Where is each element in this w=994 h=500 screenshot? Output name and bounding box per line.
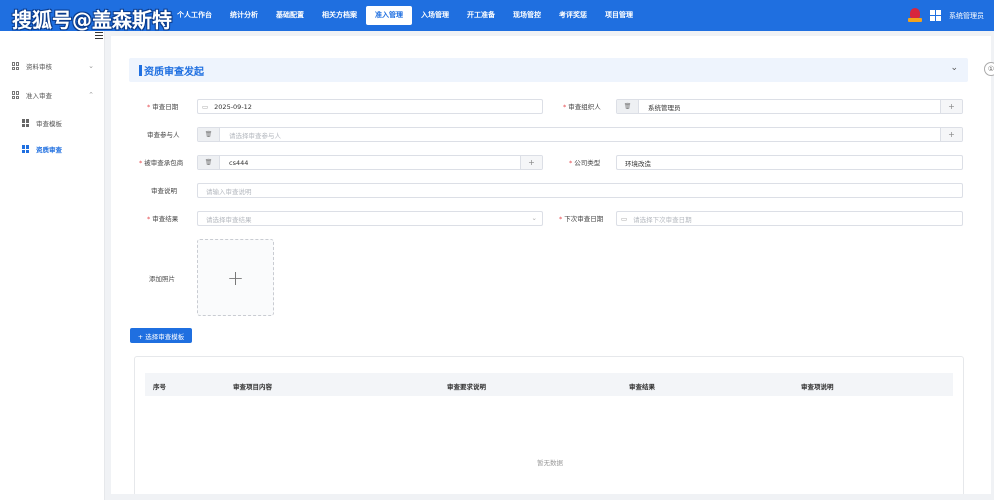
nav-item-base-config[interactable]: 基础配置	[267, 6, 313, 25]
main-card: 资质审查发起 ⌄ * 审查日期 ▭ 2025-09-12 * 审查组织人 🗑 系统管…	[111, 36, 991, 494]
trash-icon[interactable]: 🗑	[198, 156, 220, 169]
apps-grid-icon[interactable]	[930, 10, 941, 21]
nav-item-stakeholder-archive[interactable]: 相关方档案	[313, 6, 366, 25]
next-date-placeholder: 请选择下次审查日期	[633, 215, 692, 224]
column-header-result: 审查结果	[629, 383, 655, 391]
review-date-value: 2025-09-12	[214, 102, 252, 111]
grid-icon	[22, 145, 30, 153]
trash-icon[interactable]: 🗑	[617, 100, 639, 113]
grid-icon	[22, 119, 30, 127]
grid-icon	[12, 62, 20, 70]
sidebar-item-qualification-review[interactable]: 资质审查	[0, 141, 105, 157]
section-accent-bar	[139, 65, 142, 76]
section-title: 资质审查发起	[144, 67, 204, 78]
participants-field[interactable]: 🗑 请选择审查参与人 +	[197, 127, 963, 142]
sidebar-item-label: 准入审查	[26, 92, 52, 100]
sidebar-item-label: 资料审核	[26, 63, 52, 71]
company-type-label: * 公司类型	[569, 159, 601, 167]
nav-item-start-prep[interactable]: 开工准备	[458, 6, 504, 25]
contractor-label: * 被审查承包商	[139, 159, 184, 167]
watermark-text: 搜狐号@盖森斯特	[12, 8, 172, 32]
column-header-item-note: 审查项说明	[801, 383, 834, 391]
plus-icon: +	[227, 265, 244, 290]
user-area: 系统管理员	[908, 7, 984, 24]
calendar-icon: ▭	[202, 102, 209, 111]
trash-icon[interactable]: 🗑	[198, 128, 220, 141]
top-navbar: 个人工作台 统计分析 基础配置 相关方档案 准入管理 入场管理 开工准备 现场管…	[0, 0, 994, 32]
review-date-field[interactable]: ▭ 2025-09-12	[197, 99, 543, 114]
alarm-icon[interactable]	[908, 7, 922, 24]
nav-item-admission[interactable]: 准入管理	[366, 6, 412, 25]
select-template-button[interactable]: + 选择审查模板	[130, 328, 192, 343]
chevron-up-icon: ⌃	[88, 91, 94, 99]
contractor-field[interactable]: 🗑 cs444 +	[197, 155, 543, 170]
contractor-value: cs444	[229, 158, 249, 167]
chevron-down-icon[interactable]: ⌄	[950, 63, 958, 73]
sidebar-item-document-review[interactable]: 资料审核 ⌄	[0, 58, 105, 74]
next-date-label: * 下次审查日期	[559, 215, 604, 223]
grid-icon	[12, 91, 20, 99]
next-date-field[interactable]: ▭ 请选择下次审查日期	[616, 211, 963, 226]
organizer-field[interactable]: 🗑 系统管理员 +	[616, 99, 963, 114]
description-label: 审查说明	[151, 187, 177, 195]
sidebar-item-review-template[interactable]: 审查模板	[0, 115, 105, 131]
sidebar-item-label: 资质审查	[36, 146, 62, 154]
section-header[interactable]: 资质审查发起 ⌄	[129, 58, 968, 82]
description-placeholder: 请输入审查说明	[206, 187, 252, 196]
nav-item-entry[interactable]: 入场管理	[412, 6, 458, 25]
sidebar: 资料审核 ⌄ 准入审查 ⌃ 审查模板 资质审查	[0, 31, 105, 500]
user-name[interactable]: 系统管理员	[949, 11, 984, 21]
result-label: * 审查结果	[147, 215, 179, 223]
nav-item-workbench[interactable]: 个人工作台	[168, 6, 221, 25]
company-type-value: 环境改造	[625, 159, 651, 168]
table-header: 序号 审查项目内容 审查要求说明 审查结果 审查项说明	[145, 373, 953, 396]
calendar-icon: ▭	[621, 214, 628, 223]
add-organizer-button[interactable]: +	[940, 100, 962, 113]
nav-item-project[interactable]: 项目管理	[596, 6, 642, 25]
menu-collapse-icon[interactable]	[95, 32, 103, 39]
description-input[interactable]: 请输入审查说明	[197, 183, 963, 198]
chevron-down-icon: ⌄	[88, 62, 94, 70]
column-header-requirement: 审查要求说明	[447, 383, 486, 391]
result-placeholder: 请选择审查结果	[206, 215, 252, 224]
sidebar-item-admission-review[interactable]: 准入审查 ⌃	[0, 87, 105, 103]
nav-item-statistics[interactable]: 统计分析	[221, 6, 267, 25]
add-contractor-button[interactable]: +	[520, 156, 542, 169]
add-participant-button[interactable]: +	[940, 128, 962, 141]
result-select[interactable]: 请选择审查结果 ⌄	[197, 211, 543, 226]
organizer-label: * 审查组织人	[563, 103, 601, 111]
empty-state-text: 暂无数据	[537, 459, 563, 467]
nav-item-evaluation[interactable]: 考评奖惩	[550, 6, 596, 25]
participants-placeholder: 请选择审查参与人	[229, 131, 281, 140]
sidebar-item-label: 审查模板	[36, 120, 62, 128]
help-circle-button[interactable]: ①	[984, 62, 994, 76]
organizer-value: 系统管理员	[648, 103, 681, 112]
review-items-table: 序号 审查项目内容 审查要求说明 审查结果 审查项说明 暂无数据	[134, 356, 964, 494]
chevron-down-icon: ⌄	[531, 214, 537, 222]
photo-upload[interactable]: +	[197, 239, 274, 316]
main-nav: 个人工作台 统计分析 基础配置 相关方档案 准入管理 入场管理 开工准备 现场管…	[168, 6, 642, 25]
participants-label: 审查参与人	[147, 131, 180, 139]
column-header-index: 序号	[153, 383, 166, 391]
column-header-item-content: 审查项目内容	[233, 383, 272, 391]
photo-label: 添加照片	[149, 275, 175, 283]
company-type-field[interactable]: 环境改造	[616, 155, 963, 170]
review-date-label: * 审查日期	[147, 103, 179, 111]
nav-item-site-control[interactable]: 现场管控	[504, 6, 550, 25]
